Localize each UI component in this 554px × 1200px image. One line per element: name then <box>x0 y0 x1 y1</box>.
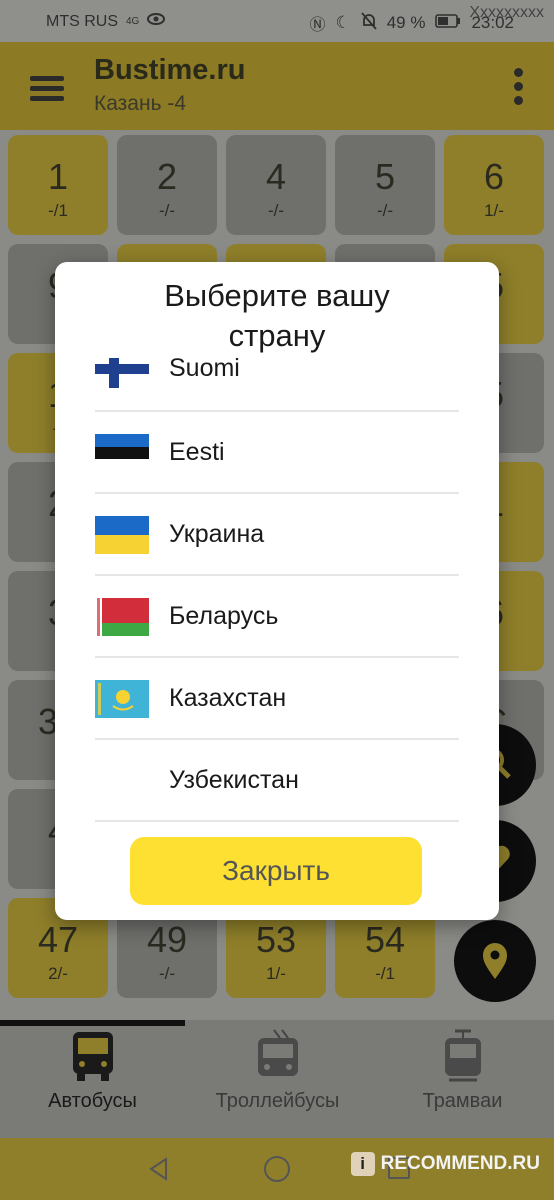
country-name: Eesti <box>169 438 225 466</box>
status-left: MTS RUS 4G <box>46 12 166 31</box>
status-bar: MTS RUS 4G Ⓝ ☾ 49 % 23:02 Xxxxxxxxx <box>0 0 554 42</box>
route-number: 54 <box>364 919 406 960</box>
tab-label: Троллейбусы <box>215 1090 340 1112</box>
route-count: -/- <box>158 201 176 220</box>
route-count: -/1 <box>48 201 68 220</box>
route-number: 2 <box>156 156 178 197</box>
list-divider <box>95 820 459 822</box>
home-icon[interactable] <box>264 1156 290 1182</box>
country-name: Suomi <box>169 358 240 382</box>
active-tab-indicator <box>0 1020 185 1026</box>
tram-icon <box>444 1029 481 1082</box>
country-item-kazakhstan[interactable]: Казахстан <box>95 656 459 738</box>
route-count: 1/- <box>266 964 286 983</box>
route-count: -/- <box>376 201 394 220</box>
country-item-suomi[interactable]: Suomi <box>95 358 459 410</box>
tab-buses[interactable]: Автобусы <box>0 1028 185 1113</box>
dialog-title: Выберите вашу страну <box>164 278 390 353</box>
country-name: Беларусь <box>169 602 279 630</box>
country-item-belarus[interactable]: Беларусь <box>95 574 459 656</box>
battery-percent: 49 % <box>386 13 426 32</box>
route-number: 49 <box>146 919 188 960</box>
nfc-icon: Ⓝ <box>309 17 326 34</box>
location-pin-icon <box>483 943 507 979</box>
route-number: 4 <box>265 156 287 197</box>
belarus-flag-icon <box>95 598 149 636</box>
route-tile[interactable]: 1 -/1 <box>8 135 108 235</box>
route-tile[interactable]: 5 -/- <box>335 135 435 235</box>
more-vert-icon[interactable] <box>514 68 524 108</box>
route-count: -/1 <box>375 964 395 983</box>
moon-icon: ☾ <box>335 13 351 32</box>
country-name: Узбекистан <box>169 766 299 794</box>
bell-off-icon <box>361 11 377 35</box>
eye-icon <box>147 12 166 31</box>
estonia-flag-icon <box>95 434 149 472</box>
route-tile[interactable]: 4 -/- <box>226 135 326 235</box>
back-icon[interactable] <box>146 1156 172 1182</box>
kazakhstan-flag-icon <box>95 680 149 718</box>
finland-flag-icon <box>95 358 149 388</box>
city-subtitle: Казань -4 <box>94 92 187 115</box>
trolleybus-icon <box>257 1029 298 1076</box>
route-number: 47 <box>37 919 79 960</box>
tab-label: Трамваи <box>422 1090 503 1112</box>
carrier-name: MTS RUS <box>46 12 118 30</box>
tab-label: Автобусы <box>48 1090 137 1112</box>
country-picker-dialog: Выберите вашу страну Suomi Eesti Украина <box>55 262 499 920</box>
route-number: 5 <box>374 156 396 197</box>
battery-icon <box>435 13 461 33</box>
app-title: Bustime.ru <box>94 54 246 86</box>
watermark-bottom: i RECOMMEND.RU <box>350 1152 540 1176</box>
network-type: 4G <box>126 16 140 27</box>
location-fab[interactable] <box>454 920 536 1002</box>
route-number: 53 <box>255 919 297 960</box>
route-count: -/- <box>158 964 176 983</box>
route-count: -/- <box>267 201 285 220</box>
route-count: 2/- <box>48 964 68 983</box>
country-item-ukraine[interactable]: Украина <box>95 492 459 574</box>
bottom-navigation: Автобусы Троллейбусы Трамваи <box>0 1020 554 1138</box>
ukraine-flag-icon <box>95 516 149 554</box>
country-name: Украина <box>169 520 265 548</box>
tab-trams[interactable]: Трамваи <box>370 1028 554 1113</box>
country-list[interactable]: Suomi Eesti Украина Беларусь Казахстан У… <box>95 358 459 824</box>
country-item-uzbekistan[interactable]: Узбекистан <box>95 738 459 820</box>
close-button[interactable]: Закрыть <box>130 837 422 905</box>
hamburger-menu-icon[interactable] <box>30 76 64 102</box>
country-name: Казахстан <box>169 684 287 712</box>
route-number: 6 <box>483 156 505 197</box>
route-number: 1 <box>47 156 69 197</box>
country-item-eesti[interactable]: Eesti <box>95 410 459 492</box>
route-tile[interactable]: 6 1/- <box>444 135 544 235</box>
watermark-top: Xxxxxxxxx <box>469 4 544 21</box>
route-tile[interactable]: 2 -/- <box>117 135 217 235</box>
system-navigation-bar: i RECOMMEND.RU <box>0 1138 554 1200</box>
route-count: 1/- <box>484 201 504 220</box>
app-bar: Bustime.ru Казань -4 <box>0 42 554 130</box>
recommend-logo-icon: i <box>350 1152 375 1176</box>
tab-trolleybuses[interactable]: Троллейбусы <box>185 1028 370 1113</box>
bus-icon <box>72 1032 113 1081</box>
watermark-text: RECOMMEND.RU <box>380 1153 540 1174</box>
